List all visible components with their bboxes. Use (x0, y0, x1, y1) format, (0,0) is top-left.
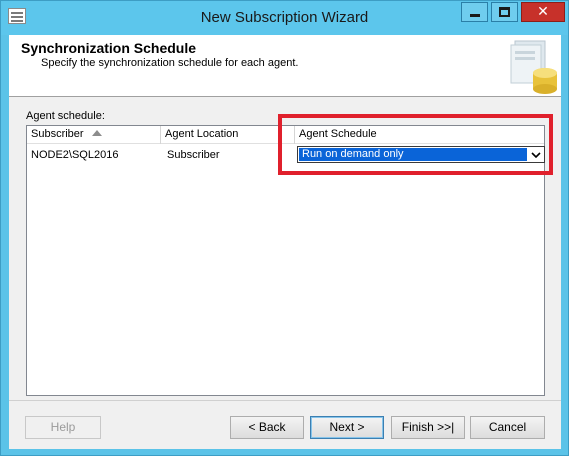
sort-ascending-icon (91, 130, 102, 136)
next-button[interactable]: Next > (310, 416, 384, 439)
wizard-window: New Subscription Wizard ✕ Synchronizatio… (0, 0, 569, 456)
agent-schedule-selected-value: Run on demand only (299, 148, 527, 161)
close-icon: ✕ (537, 4, 549, 20)
back-button[interactable]: < Back (230, 416, 304, 439)
column-header-subscriber[interactable]: Subscriber (27, 126, 161, 144)
table-row[interactable]: NODE2\SQL2016 Subscriber Run on demand o… (27, 144, 545, 166)
minimize-button[interactable] (461, 2, 488, 22)
page-title: Synchronization Schedule (21, 40, 197, 56)
close-button[interactable]: ✕ (521, 2, 565, 22)
title-bar[interactable]: New Subscription Wizard ✕ (1, 1, 568, 35)
column-header-agent-schedule[interactable]: Agent Schedule (295, 126, 544, 144)
minimize-icon (469, 13, 480, 17)
agent-location-cell: Subscriber (167, 149, 220, 161)
wizard-body: Synchronization Schedule Specify the syn… (9, 35, 561, 449)
cancel-button[interactable]: Cancel (470, 416, 545, 439)
agent-schedule-dropdown[interactable]: Run on demand only (297, 146, 545, 163)
column-header-label: Subscriber (31, 128, 84, 140)
grid-header: Subscriber Agent Location Agent Schedule (27, 126, 544, 144)
page-subtitle: Specify the synchronization schedule for… (41, 57, 299, 69)
wizard-header: Synchronization Schedule Specify the syn… (9, 35, 561, 97)
column-header-agent-location[interactable]: Agent Location (161, 126, 295, 144)
maximize-icon (499, 7, 510, 17)
finish-button[interactable]: Finish >>| (391, 416, 465, 439)
footer-divider (9, 400, 561, 401)
help-button[interactable]: Help (25, 416, 101, 439)
database-wizard-icon (510, 40, 557, 94)
chevron-down-icon[interactable] (528, 147, 544, 162)
agent-schedule-label: Agent schedule: (26, 110, 105, 122)
subscriber-cell: NODE2\SQL2016 (31, 149, 119, 161)
maximize-button[interactable] (491, 2, 518, 22)
agent-schedule-grid[interactable]: Subscriber Agent Location Agent Schedule… (26, 125, 545, 396)
